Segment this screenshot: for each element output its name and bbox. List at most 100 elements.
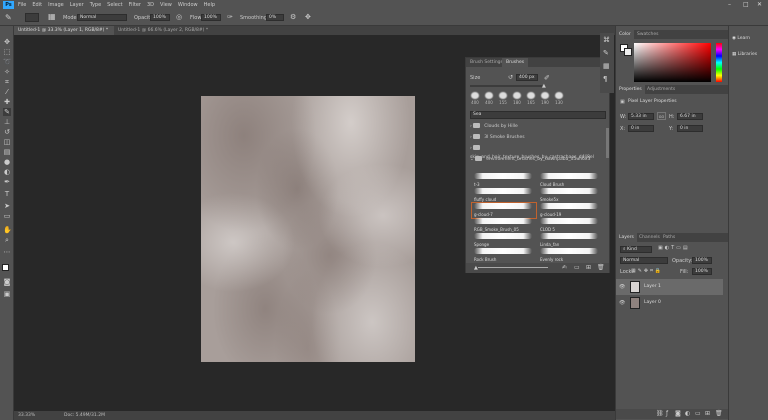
mode-select[interactable]: Normal xyxy=(77,14,127,21)
learn-panel-button[interactable]: ◉ Learn xyxy=(732,36,750,41)
brush-preset[interactable]: RGB_Smoke_Brush_05 xyxy=(472,218,536,233)
adjustment-layer-icon[interactable]: ◐ xyxy=(685,410,690,417)
brush-preset[interactable]: Cloud Brush xyxy=(538,173,602,188)
lock-options-icons[interactable]: ▦✎✥⌗🔒 xyxy=(631,268,663,274)
history-icon[interactable]: ⌘ xyxy=(603,36,610,44)
brush-search-input[interactable]: Sea xyxy=(470,111,606,119)
maximize-button[interactable]: □ xyxy=(743,1,749,8)
brush-preset[interactable]: fluffy cloud xyxy=(472,188,536,203)
size-slider-track[interactable] xyxy=(470,85,542,87)
zoom-tool-icon[interactable]: ⌕ xyxy=(3,236,11,244)
brush-preset[interactable]: Linda_fan xyxy=(538,233,602,248)
recent-brush-tip[interactable]: 190 xyxy=(539,92,551,106)
width-field[interactable]: 5.33 in xyxy=(628,113,654,120)
tab-untitled-layer-2[interactable]: Untitled-1 @ 66.6% (Layer 2, RGB/8#) * xyxy=(114,26,224,35)
flow-field[interactable]: 100% xyxy=(201,14,221,21)
brush-size-field[interactable]: 400 px xyxy=(516,74,538,81)
height-field[interactable]: 6.67 in xyxy=(677,113,703,120)
tab-swatches[interactable]: Swatches xyxy=(634,30,662,39)
shape-tool-icon[interactable]: ▭ xyxy=(3,212,11,220)
symmetry-icon[interactable]: ✥ xyxy=(305,13,311,21)
menu-layer[interactable]: Layer xyxy=(70,2,84,8)
document-canvas[interactable] xyxy=(201,96,415,362)
tab-properties[interactable]: Properties xyxy=(616,85,645,94)
hue-slider[interactable] xyxy=(716,43,722,82)
menu-help[interactable]: Help xyxy=(204,2,215,8)
history-brush-tool-icon[interactable]: ↺ xyxy=(3,128,11,136)
tab-untitled-layer-1[interactable]: Untitled-1 @ 33.3% (Layer 1, RGB/8#) * xyxy=(14,26,114,35)
color-background-swatch[interactable] xyxy=(624,48,632,56)
new-layer-icon[interactable]: ⊞ xyxy=(705,410,710,417)
brush-angle-icon[interactable]: ✐ xyxy=(544,74,550,82)
menu-image[interactable]: Image xyxy=(48,2,64,8)
brush-folder[interactable]: › 3I Smoke Brushes xyxy=(470,133,606,142)
brush-folder-open[interactable]: ⌄ environment_brushes_by_dawnpaba_d5uh6x… xyxy=(470,155,606,164)
recent-brush-tip[interactable]: 130 xyxy=(553,92,565,106)
link-layers-icon[interactable]: ⛓ xyxy=(656,410,664,417)
tab-paths[interactable]: Paths xyxy=(660,233,678,242)
pen-tool-icon[interactable]: ✒ xyxy=(3,178,11,186)
menu-filter[interactable]: Filter xyxy=(129,2,141,8)
new-group-icon[interactable]: ▭ xyxy=(695,410,701,417)
brush-preset[interactable]: Smoke5x xyxy=(538,188,602,203)
color-field[interactable] xyxy=(634,43,711,82)
brushes-panel-icon[interactable]: ✎ xyxy=(603,49,609,57)
screen-mode-icon[interactable]: ▣ xyxy=(3,290,11,298)
menu-view[interactable]: View xyxy=(160,2,172,8)
reset-size-icon[interactable]: ↺ xyxy=(508,74,513,81)
blend-mode-select[interactable]: Normal xyxy=(620,257,668,264)
more-tools-icon[interactable]: ⋯ xyxy=(3,248,11,256)
layer-opacity-field[interactable]: 100% xyxy=(692,257,712,264)
marquee-tool-icon[interactable]: ⬚ xyxy=(3,48,11,56)
brush-preset[interactable]: t-3 xyxy=(472,173,536,188)
y-field[interactable]: 0 in xyxy=(677,125,703,132)
eraser-tool-icon[interactable]: ◫ xyxy=(3,138,11,146)
tab-color[interactable]: Color xyxy=(616,30,634,39)
preview-size-slider-icon[interactable]: ▲ xyxy=(474,265,478,271)
recent-brush-tip[interactable]: 155 xyxy=(497,92,509,106)
brush-preset[interactable]: Sponge xyxy=(472,233,536,248)
size-slider-handle-icon[interactable]: ▲ xyxy=(542,83,546,89)
menu-3d[interactable]: 3D xyxy=(147,2,154,8)
create-from-brush-icon[interactable]: ✍ xyxy=(562,264,567,271)
smoothing-field[interactable]: 0% xyxy=(266,14,284,21)
recent-brush-tip[interactable]: 180 xyxy=(511,92,523,106)
gear-icon[interactable]: ⚙ xyxy=(290,13,296,21)
new-group-folder-icon[interactable]: ▭ xyxy=(574,264,580,271)
delete-layer-icon[interactable]: 🗑 xyxy=(715,410,723,417)
recent-brush-tip[interactable]: 400 xyxy=(469,92,481,106)
menu-edit[interactable]: Edit xyxy=(32,2,42,8)
brush-preset[interactable]: Evenly rock xyxy=(538,248,602,263)
brush-preset[interactable]: g-cloud-19 xyxy=(538,203,602,218)
path-select-tool-icon[interactable]: ➤ xyxy=(3,202,11,210)
recent-brush-tip[interactable]: 400 xyxy=(483,92,495,106)
delete-brush-icon[interactable]: 🗑 xyxy=(597,264,605,271)
brush-settings-toggle-icon[interactable]: ▦ xyxy=(48,12,56,21)
gradient-tool-icon[interactable]: ▤ xyxy=(3,148,11,156)
layer-filter-icons[interactable]: ▣◐T▭▤ xyxy=(658,245,690,251)
new-brush-icon[interactable]: ⊞ xyxy=(586,264,591,271)
lasso-tool-icon[interactable]: ➰ xyxy=(3,58,12,66)
brush-folder[interactable]: › Clouds by Hille xyxy=(470,122,606,131)
layer-style-icon[interactable]: ƒ xyxy=(666,410,668,417)
x-field[interactable]: 0 in xyxy=(628,125,654,132)
close-button[interactable]: ✕ xyxy=(757,1,762,8)
eyedropper-tool-icon[interactable]: ⁄ xyxy=(3,88,11,96)
layer-mask-icon[interactable]: ◙ xyxy=(675,410,681,417)
type-tool-icon[interactable]: T xyxy=(3,190,11,198)
layer-name[interactable]: Layer 1 xyxy=(644,279,661,295)
libraries-panel-button[interactable]: ▦ Libraries xyxy=(732,52,757,57)
layer-fill-field[interactable]: 100% xyxy=(692,268,712,275)
brush-preset[interactable]: Rock Brush xyxy=(472,248,536,263)
eye-icon[interactable]: 👁 xyxy=(619,279,625,295)
clone-source-icon[interactable]: ▦ xyxy=(603,62,610,70)
clone-stamp-tool-icon[interactable]: ⊥ xyxy=(3,118,11,126)
tab-channels[interactable]: Channels xyxy=(636,233,663,242)
blur-tool-icon[interactable]: ● xyxy=(3,158,11,166)
zoom-level[interactable]: 33.33% xyxy=(18,411,35,420)
brush-tool-active-icon[interactable]: ✎ xyxy=(3,108,11,116)
tab-layers[interactable]: Layers xyxy=(616,233,637,242)
menu-file[interactable]: File xyxy=(18,2,26,8)
opacity-field[interactable]: 100% xyxy=(150,14,170,21)
healing-tool-icon[interactable]: ✚ xyxy=(3,98,11,106)
